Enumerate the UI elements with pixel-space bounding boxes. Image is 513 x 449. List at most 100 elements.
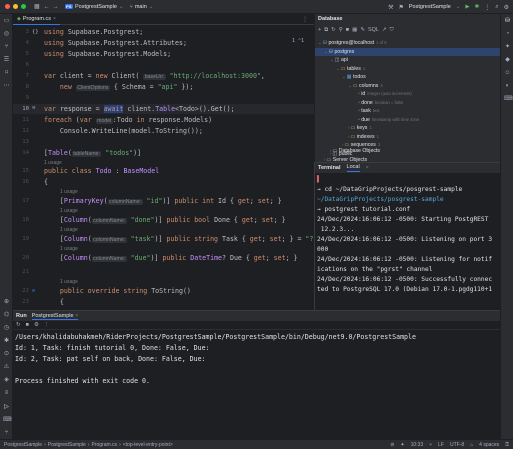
usage-hint[interactable]: 1 usage [60, 208, 78, 214]
line-number: 23 [22, 299, 29, 305]
jump-icon[interactable]: ↗ [382, 27, 387, 33]
layers-icon[interactable]: ≡ [3, 390, 10, 397]
tree-item[interactable]: ›▭ keys 1 [348, 124, 372, 133]
usage-hint[interactable]: 1 usage [60, 279, 78, 285]
tab-options-icon[interactable]: ⋮ [302, 16, 308, 23]
plugins-icon[interactable]: ⊕ [3, 299, 10, 306]
breadcrumb-item[interactable]: <top-level-entry-point> [123, 442, 173, 448]
fold-icon[interactable]: {} [32, 29, 39, 35]
tree-item[interactable]: ⌄▦ todos [342, 73, 366, 82]
filter-list-icon[interactable]: ⛉ [390, 27, 394, 34]
git-status-icon[interactable]: ⑂ [429, 442, 432, 448]
refresh-icon[interactable]: ↻ [331, 27, 336, 33]
minimize-window-button[interactable] [13, 4, 18, 9]
rerun-icon[interactable]: ↻ [16, 322, 21, 328]
table-icon[interactable]: ▦ [352, 27, 357, 33]
breadcrumb-item[interactable]: Program.cs [92, 442, 118, 448]
branch-selector[interactable]: ⑂ main ⌄ [130, 4, 154, 10]
run-icon[interactable]: ▶ [465, 4, 469, 10]
encoding[interactable]: UTF-8 [450, 442, 464, 448]
stop-icon[interactable]: ■ [346, 27, 349, 33]
maximize-window-button[interactable] [21, 4, 26, 9]
terminal-tool-icon[interactable]: ⌨ [3, 417, 12, 424]
services-icon[interactable]: ◷ [3, 325, 10, 332]
usage-hint[interactable]: 1 usage [60, 246, 78, 252]
close-tab-icon[interactable]: × [366, 165, 369, 171]
more-tools-icon[interactable]: ⋯ [3, 83, 10, 90]
usage-hint[interactable]: 1 usage [60, 227, 78, 233]
sidebar-toggle-icon[interactable]: ▦ [34, 3, 40, 10]
bookmark-icon[interactable]: ⌑ [3, 70, 10, 77]
run-tool-icon[interactable]: ▷ [3, 404, 10, 411]
git-icon[interactable]: ⑂ [3, 44, 10, 51]
breadcrumb-item[interactable]: PostgrestSample [4, 442, 42, 448]
tab-program-cs[interactable]: ◆ Program.cs × [13, 14, 60, 25]
tree-item[interactable]: ⌄⛁ postgres@localhost 1 of 6 [318, 39, 387, 48]
ai-status-icon[interactable]: ✦ [400, 442, 404, 448]
tree-item[interactable]: ▫ id integer (auto increment) [358, 90, 412, 99]
nuget-icon[interactable]: ◈ [3, 377, 10, 384]
run-panel-header: Run PostgrestSample × [13, 311, 500, 321]
database-tool-icon[interactable]: ⛁ [504, 18, 511, 25]
tab-local[interactable]: Local [346, 164, 360, 172]
structure-tool-icon[interactable]: ◐ [504, 83, 511, 90]
stop-icon[interactable]: ■ [26, 322, 29, 328]
problems-indicator[interactable]: 1 ⌃1 [292, 38, 304, 44]
debug-icon[interactable]: ✱ [475, 4, 480, 10]
indent-setting[interactable]: 4 spaces [479, 442, 499, 448]
close-tab-icon[interactable]: × [53, 16, 56, 22]
sql-icon[interactable]: SQL [368, 27, 379, 33]
tree-item[interactable]: ⌄⛁ postgres [315, 47, 500, 56]
more-icon[interactable]: ⋮ [44, 322, 50, 328]
breadcrumb-item[interactable]: PostgrestSample [48, 442, 86, 448]
tree-item[interactable]: ▫ done boolean = false [358, 99, 403, 108]
terminal-tool-icon[interactable]: ⌨ [504, 96, 513, 103]
settings-icon[interactable]: ⚙ [34, 322, 39, 328]
tree-item[interactable]: ⌄◫ api [330, 56, 348, 65]
cursor-position[interactable]: 10:33 [411, 442, 424, 448]
debug-tool-icon[interactable]: ✱ [3, 338, 10, 345]
gradle-icon[interactable]: ◆ [504, 57, 511, 64]
back-arrow-icon[interactable]: ← [44, 4, 50, 10]
edit-icon[interactable]: ✎ [360, 27, 365, 33]
filter-icon[interactable]: ⚲ [339, 27, 343, 33]
git-log-icon[interactable]: ⑂ [3, 430, 10, 437]
readonly-icon[interactable]: ⌂ [470, 442, 473, 448]
tree-item[interactable]: ›▭ Database Objects [330, 147, 380, 156]
commit-icon[interactable]: ◎ [3, 31, 10, 38]
close-window-button[interactable] [5, 4, 10, 9]
copilot-icon[interactable]: ☺ [504, 70, 511, 77]
notifications-icon[interactable]: ◔ [504, 31, 511, 38]
copy-icon[interactable]: ⧉ [324, 27, 328, 34]
power-save-icon[interactable]: ⊘ [390, 442, 394, 448]
tree-item[interactable]: ⌄▭ columns 4 [348, 82, 383, 91]
tree-item[interactable]: ›▭ Server Objects [324, 156, 367, 165]
tree-item[interactable]: ▫ due timestamp with time zone [358, 116, 419, 125]
hammer-gutter-icon[interactable]: ⚒ [32, 105, 35, 111]
run-config-selector[interactable]: PostgrestSample [409, 4, 451, 10]
usage-hint[interactable]: 1 usage [44, 160, 62, 166]
more-icon[interactable]: ⋮ [484, 4, 490, 11]
settings-icon[interactable]: ⚙ [504, 4, 509, 11]
structure-icon[interactable]: ☰ [3, 57, 10, 64]
unit-tests-icon[interactable]: ⌬ [3, 312, 10, 319]
tree-item[interactable]: ›▭ indexes 1 [348, 133, 379, 142]
hammer-icon[interactable]: ⚒ [388, 4, 393, 11]
endpoints-icon[interactable]: ⊙ [3, 351, 10, 358]
folder-icon[interactable]: ▭ [3, 18, 10, 25]
usage-hint[interactable]: 1 usage [60, 189, 78, 195]
line-ending[interactable]: LF [438, 442, 444, 448]
lock-icon[interactable]: ⚿ [505, 442, 509, 448]
code-area[interactable]: 1 ⌃1 3 {} using Supabase.Postgrest; 4 us… [13, 25, 314, 310]
project-selector[interactable]: PS PostgrestSample ⌄ [64, 4, 124, 10]
search-icon[interactable]: ⌕ [495, 4, 498, 11]
tab-postgrestsample[interactable]: PostgrestSample × [31, 313, 79, 320]
override-gutter-icon[interactable]: ⊙ [32, 288, 35, 294]
tree-item[interactable]: ⌄▭ tables 1 [336, 65, 365, 74]
add-icon[interactable]: + [318, 27, 321, 33]
problems-icon[interactable]: ⚠ [3, 364, 10, 371]
tree-item[interactable]: ▫ task text [358, 107, 380, 116]
close-tab-icon[interactable]: × [75, 313, 78, 319]
forward-arrow-icon[interactable]: → [53, 4, 59, 10]
ai-assistant-icon[interactable]: ✦ [504, 44, 511, 51]
